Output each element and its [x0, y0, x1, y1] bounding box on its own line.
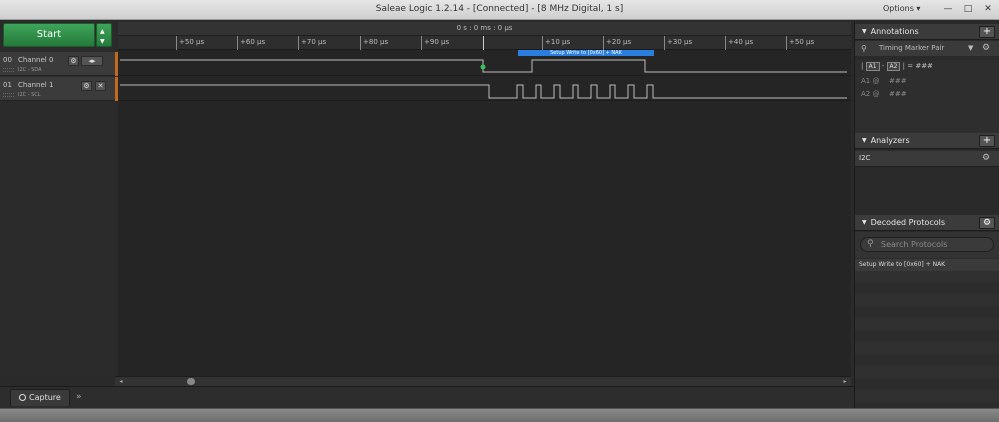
status-bar [0, 408, 999, 422]
gear-icon[interactable]: ⚙ [81, 81, 92, 91]
add-analyzer-button[interactable]: + [979, 135, 995, 147]
timing-marker-label: Timing Marker Pair [879, 44, 945, 52]
waveform-area[interactable]: 0 s : 0 ms : 0 μs +50 μs +60 μs +70 μs +… [118, 22, 851, 376]
gear-icon[interactable]: ⚙ [982, 153, 990, 163]
a1-value: ### [889, 77, 907, 85]
timing-marker-row[interactable]: ⚲ Timing Marker Pair ▼ ⚙ [855, 41, 999, 56]
decoded-row[interactable]: Setup Write to [0x60] + NAK [855, 259, 999, 271]
channel-row-0[interactable]: 00 Channel 0 I2C - SDA ⚙ ◂▸ [0, 52, 115, 76]
channel-name[interactable]: Channel 0 [18, 56, 53, 64]
options-menu-button[interactable]: Options ▾ [883, 4, 920, 13]
title-bar: Saleae Logic 1.2.14 - [Connected] - [8 M… [0, 0, 999, 20]
a1-label: A1 @ [861, 77, 880, 85]
channel-number: 00 [3, 56, 12, 64]
channel-grip-icon[interactable] [3, 93, 14, 97]
close-icon[interactable]: ✕ [95, 81, 106, 91]
decoded-row-text: Setup Write to [0x60] + NAK [859, 261, 946, 268]
window-title: Saleae Logic 1.2.14 - [Connected] - [8 M… [375, 4, 624, 14]
analyzer-item-i2c[interactable]: I2C ⚙ [855, 151, 999, 167]
minimize-button[interactable]: — [940, 3, 956, 16]
more-tabs-button[interactable]: » [76, 392, 82, 402]
scroll-left-icon[interactable]: ◂ [117, 378, 125, 385]
start-options-button[interactable]: ▲ ▼ [96, 23, 112, 47]
right-panel: Annotations + ⚲ Timing Marker Pair ▼ ⚙ |… [854, 22, 999, 408]
annotations-header[interactable]: Annotations + [855, 24, 999, 40]
chevron-up-icon: ▲ [100, 28, 105, 35]
a2-value: ### [889, 90, 907, 98]
chevron-down-icon: ▼ [100, 38, 105, 45]
close-button[interactable]: ✕ [980, 3, 996, 16]
marker-diff: | A1 - A2 | = ### [861, 62, 933, 71]
capture-icon [19, 394, 26, 401]
marker-diff-row: | A1 - A2 | = ### [855, 60, 999, 74]
a1-box[interactable]: A1 [865, 62, 880, 71]
search-placeholder: Search Protocols [881, 240, 948, 249]
tab-capture-label: Capture [29, 393, 61, 402]
channel-number: 01 [3, 81, 12, 89]
decoded-list [855, 258, 999, 408]
gear-icon[interactable]: ⚙ [68, 56, 79, 66]
waveform-svg [120, 59, 847, 99]
maximize-button[interactable]: □ [960, 3, 976, 16]
horizontal-scrollbar[interactable]: ◂ ▸ [115, 376, 851, 386]
start-button[interactable]: Start [3, 23, 95, 47]
trigger-marker [480, 64, 486, 70]
channel-row-1[interactable]: 01 Channel 1 I2C - SCL ⚙ ✕ [0, 77, 115, 101]
scroll-right-icon[interactable]: ▸ [841, 378, 849, 385]
a2-label: A2 @ [861, 90, 880, 98]
channel-name[interactable]: Channel 1 [18, 81, 53, 89]
gear-icon[interactable]: ⚙ [979, 217, 995, 229]
scl-waveform [120, 84, 847, 99]
channel-grip-icon[interactable] [3, 68, 14, 72]
annotations-title: Annotations [862, 27, 919, 36]
decoded-protocols-header[interactable]: Decoded Protocols ⚙ [855, 215, 999, 231]
bottom-toolbar: Capture » [0, 386, 854, 408]
annotations-body [855, 101, 999, 133]
analyzer-name: I2C [859, 154, 871, 162]
scroll-thumb[interactable] [187, 378, 195, 385]
analyzers-header[interactable]: Analyzers + [855, 133, 999, 149]
pin-icon: ⚲ [861, 44, 867, 53]
a1-row: A1 @ ### [855, 74, 999, 88]
chevron-down-icon[interactable]: ▼ [968, 44, 973, 52]
channel-sub-label: I2C - SCL [18, 92, 41, 98]
add-annotation-button[interactable]: + [979, 26, 995, 38]
search-protocols-input[interactable]: ⚲ Search Protocols [860, 237, 994, 252]
gear-icon[interactable]: ⚙ [982, 43, 990, 53]
a2-row: A2 @ ### [855, 87, 999, 101]
marker-diff-value: = ### [907, 62, 933, 70]
analyzers-title: Analyzers [862, 136, 910, 145]
decoded-protocols-title: Decoded Protocols [862, 218, 945, 227]
channel-sub-label: I2C - SDA [18, 67, 42, 73]
channel-nav-buttons[interactable]: ◂▸ [81, 56, 103, 66]
search-icon: ⚲ [867, 239, 874, 249]
a2-box[interactable]: A2 [886, 62, 901, 71]
tab-capture[interactable]: Capture [10, 389, 70, 406]
